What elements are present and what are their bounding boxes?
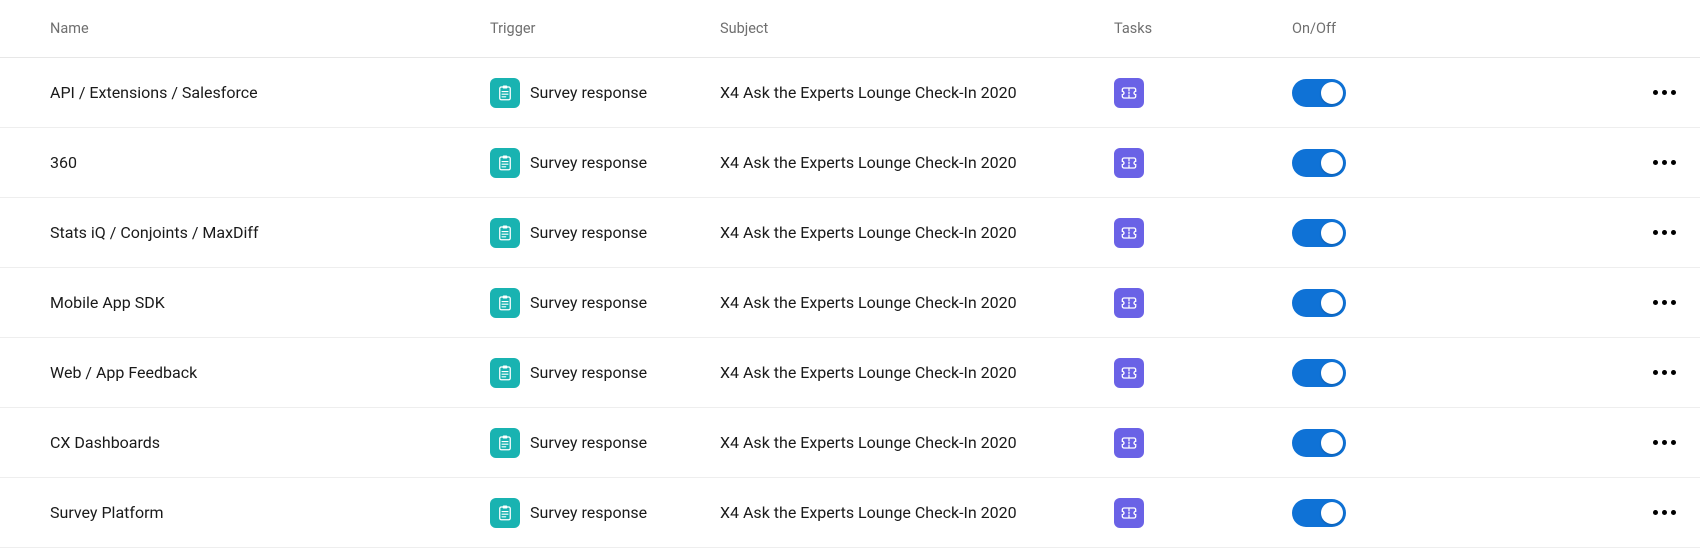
ticket-icon [1114, 358, 1144, 388]
subject-label: X4 Ask the Experts Lounge Check-In 2020 [720, 223, 1017, 242]
subject-label: X4 Ask the Experts Lounge Check-In 2020 [720, 153, 1017, 172]
more-actions-button[interactable] [1647, 294, 1682, 311]
trigger-label: Survey response [530, 433, 647, 452]
table-row[interactable]: CX Dashboards Survey response X4 Ask the… [0, 408, 1700, 478]
ticket-icon [1114, 78, 1144, 108]
ticket-icon [1114, 148, 1144, 178]
survey-response-icon [490, 148, 520, 178]
toggle-knob [1321, 292, 1343, 314]
subject-label: X4 Ask the Experts Lounge Check-In 2020 [720, 293, 1017, 312]
ticket-icon [1114, 218, 1144, 248]
more-actions-button[interactable] [1647, 84, 1682, 101]
toggle-knob [1321, 432, 1343, 454]
column-header-subject[interactable]: Subject [720, 20, 1114, 37]
column-header-tasks[interactable]: Tasks [1114, 20, 1292, 37]
ticket-icon [1114, 498, 1144, 528]
table-row[interactable]: Mobile App SDK Survey response X4 Ask th… [0, 268, 1700, 338]
ticket-icon [1114, 428, 1144, 458]
table-row[interactable]: Web / App Feedback Survey response X4 As… [0, 338, 1700, 408]
trigger-label: Survey response [530, 223, 647, 242]
more-actions-button[interactable] [1647, 364, 1682, 381]
toggle-knob [1321, 222, 1343, 244]
trigger-label: Survey response [530, 363, 647, 382]
table-row[interactable]: API / Extensions / Salesforce Survey res… [0, 58, 1700, 128]
column-header-onoff[interactable]: On/Off [1292, 20, 1450, 37]
workflow-name: Web / App Feedback [50, 363, 197, 382]
subject-label: X4 Ask the Experts Lounge Check-In 2020 [720, 503, 1017, 522]
workflow-name: Stats iQ / Conjoints / MaxDiff [50, 223, 259, 242]
toggle-knob [1321, 362, 1343, 384]
workflow-name: API / Extensions / Salesforce [50, 83, 258, 102]
onoff-toggle[interactable] [1292, 79, 1346, 107]
more-actions-button[interactable] [1647, 154, 1682, 171]
workflow-name: CX Dashboards [50, 433, 160, 452]
workflow-name: 360 [50, 153, 77, 172]
survey-response-icon [490, 358, 520, 388]
survey-response-icon [490, 428, 520, 458]
more-actions-button[interactable] [1647, 434, 1682, 451]
subject-label: X4 Ask the Experts Lounge Check-In 2020 [720, 433, 1017, 452]
table-header-row: Name Trigger Subject Tasks On/Off [0, 0, 1700, 58]
onoff-toggle[interactable] [1292, 359, 1346, 387]
survey-response-icon [490, 498, 520, 528]
survey-response-icon [490, 218, 520, 248]
workflow-name: Mobile App SDK [50, 293, 165, 312]
column-header-name[interactable]: Name [50, 20, 490, 37]
onoff-toggle[interactable] [1292, 429, 1346, 457]
survey-response-icon [490, 288, 520, 318]
more-actions-button[interactable] [1647, 504, 1682, 521]
subject-label: X4 Ask the Experts Lounge Check-In 2020 [720, 83, 1017, 102]
ticket-icon [1114, 288, 1144, 318]
onoff-toggle[interactable] [1292, 149, 1346, 177]
onoff-toggle[interactable] [1292, 499, 1346, 527]
trigger-label: Survey response [530, 83, 647, 102]
onoff-toggle[interactable] [1292, 289, 1346, 317]
table-row[interactable]: Survey Platform Survey response X4 Ask t… [0, 478, 1700, 548]
trigger-label: Survey response [530, 153, 647, 172]
trigger-label: Survey response [530, 293, 647, 312]
toggle-knob [1321, 152, 1343, 174]
table-row[interactable]: 360 Survey response X4 Ask the Experts L… [0, 128, 1700, 198]
toggle-knob [1321, 502, 1343, 524]
toggle-knob [1321, 82, 1343, 104]
workflows-table: Name Trigger Subject Tasks On/Off API / … [0, 0, 1700, 548]
more-actions-button[interactable] [1647, 224, 1682, 241]
table-row[interactable]: Stats iQ / Conjoints / MaxDiff Survey re… [0, 198, 1700, 268]
onoff-toggle[interactable] [1292, 219, 1346, 247]
workflow-name: Survey Platform [50, 503, 164, 522]
column-header-trigger[interactable]: Trigger [490, 20, 720, 37]
subject-label: X4 Ask the Experts Lounge Check-In 2020 [720, 363, 1017, 382]
trigger-label: Survey response [530, 503, 647, 522]
survey-response-icon [490, 78, 520, 108]
